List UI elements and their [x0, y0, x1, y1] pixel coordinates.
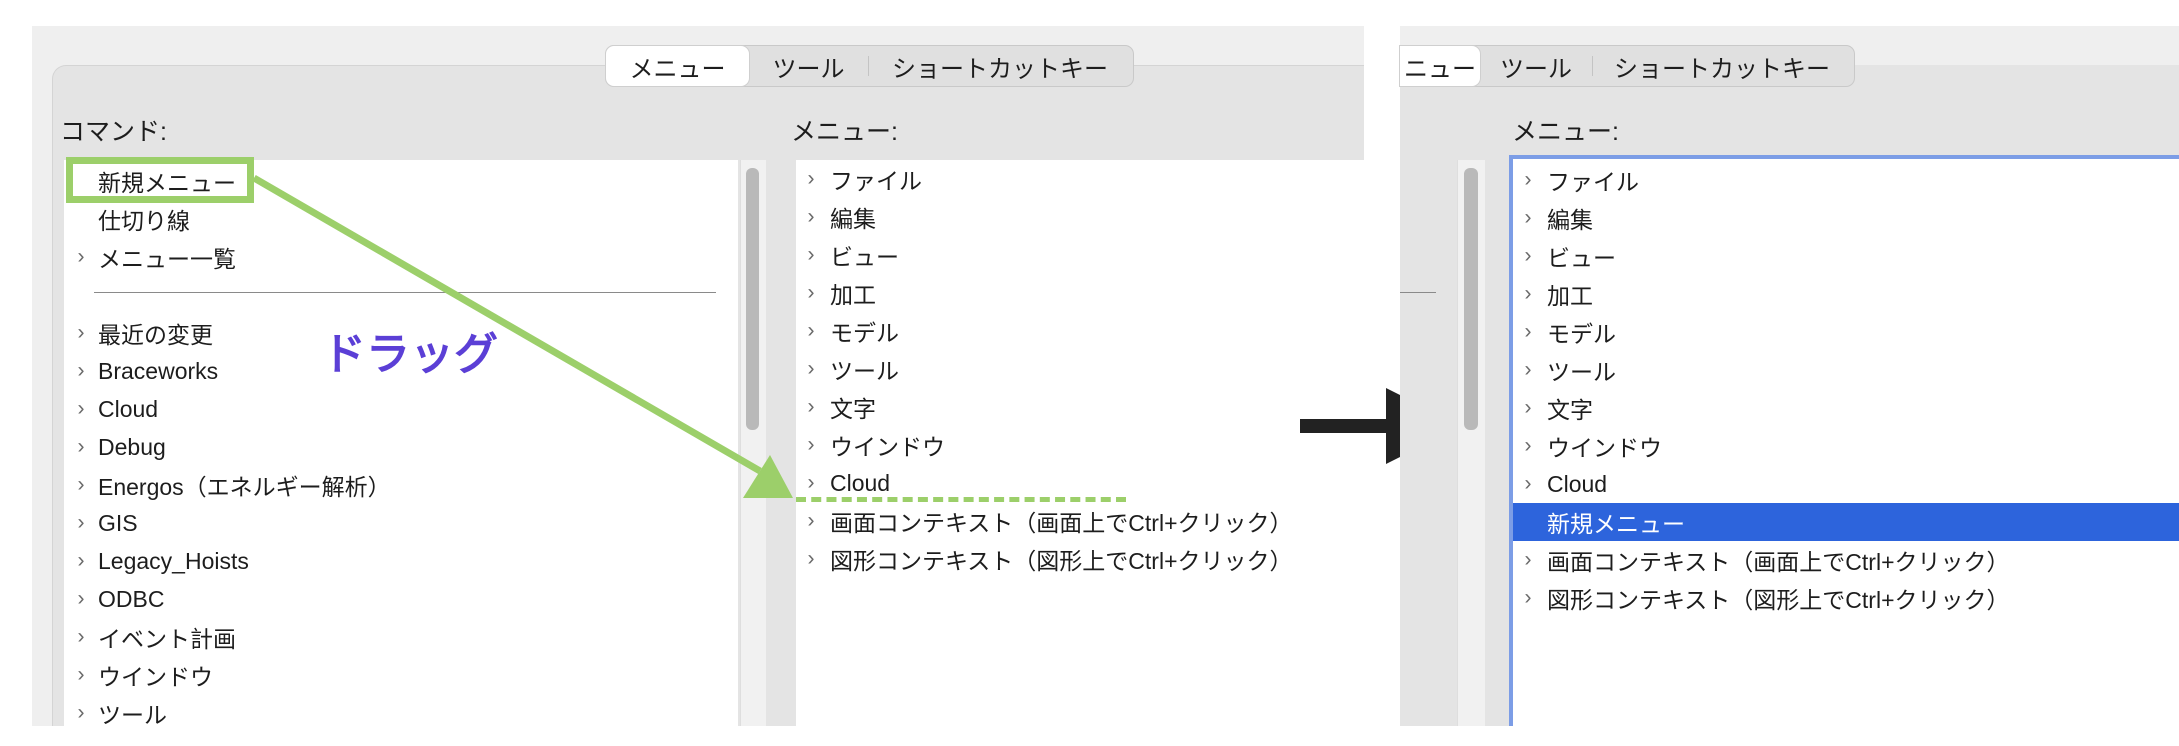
chevron-right-icon[interactable]: › [1517, 282, 1539, 306]
list-item[interactable]: › 画面コンテキスト（画面上でCtrl+クリック） [1513, 541, 2179, 579]
list-item-label: 加工 [1547, 283, 1593, 309]
tab-shortcut-label: ショートカットキー [1614, 55, 1830, 83]
menu-list-right[interactable]: › ファイル › 編集 › ビュー › 加工 › モデル › ツール › 文字 › ウインドウ … [1509, 155, 2179, 726]
list-item-label: ウインドウ [1547, 435, 1662, 461]
chevron-right-icon[interactable]: › [1517, 244, 1539, 268]
list-item-label: モデル [1547, 321, 1616, 347]
chevron-right-icon[interactable]: › [1517, 548, 1539, 572]
commands-divider-fragment [1400, 292, 1436, 293]
list-item-selected[interactable]: 新規メニュー [1513, 503, 2179, 541]
list-item[interactable]: › 文字 [1513, 389, 2179, 427]
list-item-label: 文字 [1547, 397, 1593, 423]
list-item-label: 編集 [1547, 207, 1593, 233]
chevron-right-icon[interactable]: › [1517, 472, 1539, 496]
menu-label-right: メニュー: [1512, 118, 1619, 146]
list-item[interactable]: › 編集 [1513, 199, 2179, 237]
list-item-label: 画面コンテキスト（画面上でCtrl+クリック） [1547, 549, 2010, 575]
chevron-right-icon[interactable]: › [1517, 586, 1539, 610]
list-item-label: 図形コンテキスト（図形上でCtrl+クリック） [1547, 587, 2010, 613]
list-item-label: 新規メニュー [1547, 511, 1685, 537]
list-item-label: ツール [1547, 359, 1616, 385]
tab-menu[interactable]: ニュー [1400, 46, 1480, 86]
list-item[interactable]: › ビュー [1513, 237, 2179, 275]
chevron-right-icon[interactable]: › [1517, 358, 1539, 382]
list-item-label: ビュー [1547, 245, 1616, 271]
tab-shortcut[interactable]: ショートカットキー [1593, 46, 1851, 86]
list-item[interactable]: › モデル [1513, 313, 2179, 351]
right-tab-bar: ニュー ツール ショートカットキー [1400, 45, 1855, 87]
list-item-label: Cloud [1547, 470, 1608, 497]
list-item[interactable]: › 加工 [1513, 275, 2179, 313]
chevron-right-icon[interactable]: › [1517, 206, 1539, 230]
list-item[interactable]: › Cloud [1513, 465, 2179, 503]
list-item-label: ファイル [1547, 169, 1639, 195]
chevron-right-icon[interactable]: › [1517, 434, 1539, 458]
chevron-right-icon[interactable]: › [1517, 320, 1539, 344]
list-item[interactable]: › ウインドウ [1513, 427, 2179, 465]
chevron-right-icon[interactable]: › [1517, 396, 1539, 420]
list-item[interactable]: › ファイル [1513, 161, 2179, 199]
tab-tool[interactable]: ツール [1480, 46, 1592, 86]
commands-scrollbar-thumb[interactable] [1464, 168, 1478, 430]
chevron-right-icon[interactable]: › [1517, 168, 1539, 192]
tab-menu-label: ニュー [1404, 55, 1476, 83]
tab-tool-label: ツール [1500, 55, 1572, 83]
arrow-right-shaft [1300, 419, 1390, 433]
list-item[interactable]: › 図形コンテキスト（図形上でCtrl+クリック） [1513, 579, 2179, 617]
list-item[interactable]: › ツール [1513, 351, 2179, 389]
drag-arrow-head [743, 455, 793, 498]
drag-label: ドラッグ [322, 330, 498, 379]
